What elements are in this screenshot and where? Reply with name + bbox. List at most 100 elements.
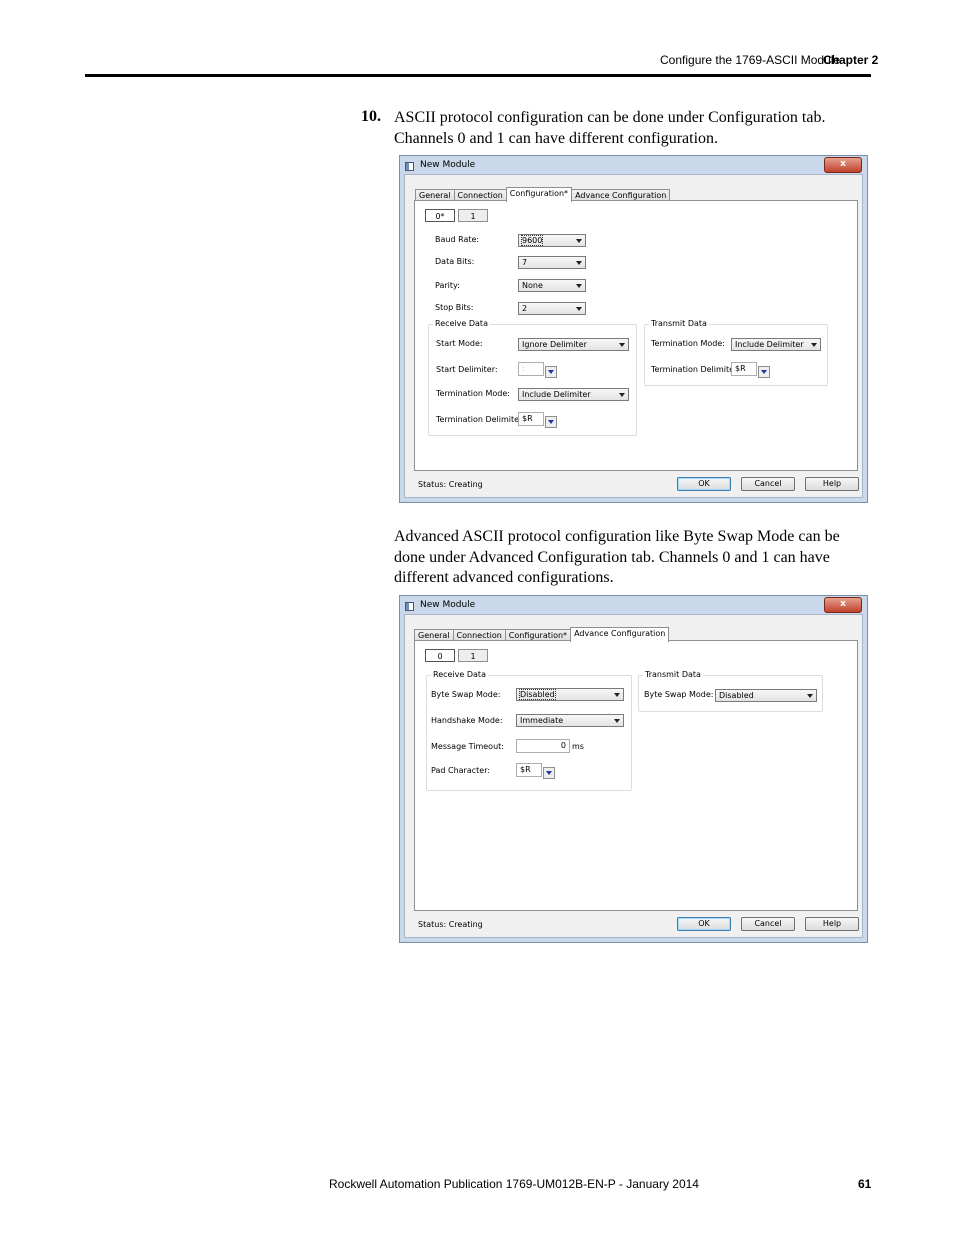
step-text: ASCII protocol configuration can be done… — [394, 108, 864, 149]
handshake-mode-value: Immediate — [520, 716, 564, 725]
parity-select[interactable]: None — [518, 279, 586, 292]
help-button[interactable]: Help — [805, 477, 859, 491]
status-text: Status: Creating — [418, 920, 483, 929]
stop-bits-value: 2 — [522, 304, 528, 313]
termination-delimiter-label: Termination Delimiter: — [436, 415, 525, 424]
transmit-data-group: Transmit Data Termination Mode: Include … — [644, 319, 828, 386]
termination-mode-label: Termination Mode: — [436, 389, 510, 398]
baud-rate-value: 9600 — [520, 235, 544, 246]
paragraph-line: Advanced ASCII protocol configuration li… — [394, 528, 840, 545]
new-module-dialog-advance-configuration: New Module x General Connection Configur… — [399, 595, 868, 943]
start-mode-select[interactable]: Ignore Delimiter — [518, 338, 629, 351]
message-timeout-input[interactable]: 0 — [516, 739, 570, 753]
ok-button[interactable]: OK — [677, 477, 731, 491]
channel-0-button[interactable]: 0* — [425, 209, 455, 222]
handshake-mode-select[interactable]: Immediate — [516, 714, 624, 727]
help-button[interactable]: Help — [805, 917, 859, 931]
step-number: 10. — [361, 108, 381, 125]
chevron-down-icon — [614, 693, 620, 697]
chevron-down-icon — [614, 719, 620, 723]
data-bits-label: Data Bits: — [435, 257, 475, 266]
dialog-title: New Module — [420, 160, 476, 170]
termination-mode-select[interactable]: Include Delimiter — [518, 388, 629, 401]
page-number: 61 — [858, 1177, 872, 1191]
chevron-down-icon — [619, 343, 625, 347]
baud-rate-select[interactable]: 9600 — [518, 234, 586, 247]
pad-character-label: Pad Character: — [431, 766, 491, 775]
message-timeout-label: Message Timeout: — [431, 742, 504, 751]
start-delimiter-dropdown-button[interactable] — [545, 366, 557, 378]
tab-configuration[interactable]: Configuration* — [505, 187, 573, 202]
chevron-down-icon — [576, 307, 582, 311]
parity-value: None — [522, 281, 543, 290]
window-icon — [405, 162, 414, 171]
tx-termination-delimiter-dropdown-button[interactable] — [758, 366, 770, 378]
chevron-down-icon — [807, 694, 813, 698]
dialog-title: New Module — [420, 600, 476, 610]
transmit-data-group: Transmit Data Byte Swap Mode: Disabled — [638, 670, 823, 712]
dialog-client-area: General Connection Configuration* Advanc… — [404, 174, 863, 498]
tx-byte-swap-mode-label: Byte Swap Mode: — [644, 690, 714, 699]
start-delimiter-label: Start Delimiter: — [436, 365, 498, 374]
handshake-mode-label: Handshake Mode: — [431, 716, 503, 725]
close-button[interactable]: x — [824, 597, 862, 613]
data-bits-value: 7 — [522, 258, 528, 267]
tab-advance-configuration[interactable]: Advance Configuration — [570, 627, 670, 642]
paragraph-line: done under Advanced Configuration tab. C… — [394, 548, 830, 566]
close-button[interactable]: x — [824, 157, 862, 173]
start-mode-label: Start Mode: — [436, 339, 483, 348]
dialog-client-area: General Connection Configuration* Advanc… — [404, 614, 863, 938]
tx-termination-mode-value: Include Delimiter — [735, 340, 804, 349]
tx-termination-mode-label: Termination Mode: — [651, 339, 725, 348]
data-bits-select[interactable]: 7 — [518, 256, 586, 269]
tx-termination-delimiter-label: Termination Delimiter: — [651, 365, 740, 374]
tab-strip: General Connection Configuration* Advanc… — [414, 627, 670, 642]
new-module-dialog-configuration: New Module x General Connection Configur… — [399, 155, 868, 503]
pad-character-input[interactable]: $R — [516, 763, 542, 777]
ok-button[interactable]: OK — [677, 917, 731, 931]
chevron-down-icon — [619, 393, 625, 397]
termination-delimiter-input[interactable]: $R — [518, 412, 544, 426]
footer-publication: Rockwell Automation Publication 1769-UM0… — [329, 1177, 699, 1191]
transmit-data-title: Transmit Data — [643, 670, 703, 679]
paragraph-line: different advanced configurations. — [394, 569, 614, 586]
channel-0-button[interactable]: 0 — [425, 649, 455, 662]
baud-rate-label: Baud Rate: — [435, 235, 480, 244]
chevron-down-icon — [811, 343, 817, 347]
tx-termination-delimiter-input[interactable]: $R — [731, 362, 757, 376]
stop-bits-label: Stop Bits: — [435, 303, 474, 312]
chevron-down-icon — [576, 239, 582, 243]
header-rule — [85, 74, 871, 77]
receive-data-group: Receive Data Byte Swap Mode: Disabled Ha… — [426, 670, 632, 791]
start-delimiter-input[interactable]: : — [518, 362, 544, 376]
receive-data-title: Receive Data — [431, 670, 488, 679]
running-header-section: Configure the 1769-ASCII Module — [660, 53, 841, 67]
receive-data-title: Receive Data — [433, 319, 490, 328]
start-mode-value: Ignore Delimiter — [522, 340, 587, 349]
channel-1-button[interactable]: 1 — [458, 209, 488, 222]
window-icon — [405, 602, 414, 611]
step-text-line: Channels 0 and 1 can have different conf… — [394, 129, 719, 147]
cancel-button[interactable]: Cancel — [741, 917, 795, 931]
byte-swap-mode-label: Byte Swap Mode: — [431, 690, 501, 699]
termination-delimiter-dropdown-button[interactable] — [545, 416, 557, 428]
chevron-down-icon — [576, 284, 582, 288]
tx-termination-mode-select[interactable]: Include Delimiter — [731, 338, 821, 351]
channel-1-button[interactable]: 1 — [458, 649, 488, 662]
stop-bits-select[interactable]: 2 — [518, 302, 586, 315]
tx-byte-swap-mode-value: Disabled — [719, 691, 754, 700]
paragraph-advanced: Advanced ASCII protocol configuration li… — [394, 527, 864, 589]
tab-panel: 0* 1 Baud Rate: 9600 Data Bits: 7 Parity… — [414, 200, 858, 471]
tab-strip: General Connection Configuration* Advanc… — [415, 187, 671, 202]
tx-byte-swap-mode-select[interactable]: Disabled — [715, 689, 817, 702]
byte-swap-mode-value: Disabled — [519, 689, 556, 700]
tab-panel: 0 1 Receive Data Byte Swap Mode: Disable… — [414, 640, 858, 911]
transmit-data-title: Transmit Data — [649, 319, 709, 328]
status-text: Status: Creating — [418, 480, 483, 489]
running-header-chapter: Chapter 2 — [823, 53, 879, 67]
pad-character-dropdown-button[interactable] — [543, 767, 555, 779]
chevron-down-icon — [576, 261, 582, 265]
cancel-button[interactable]: Cancel — [741, 477, 795, 491]
parity-label: Parity: — [435, 281, 460, 290]
byte-swap-mode-select[interactable]: Disabled — [516, 688, 624, 701]
